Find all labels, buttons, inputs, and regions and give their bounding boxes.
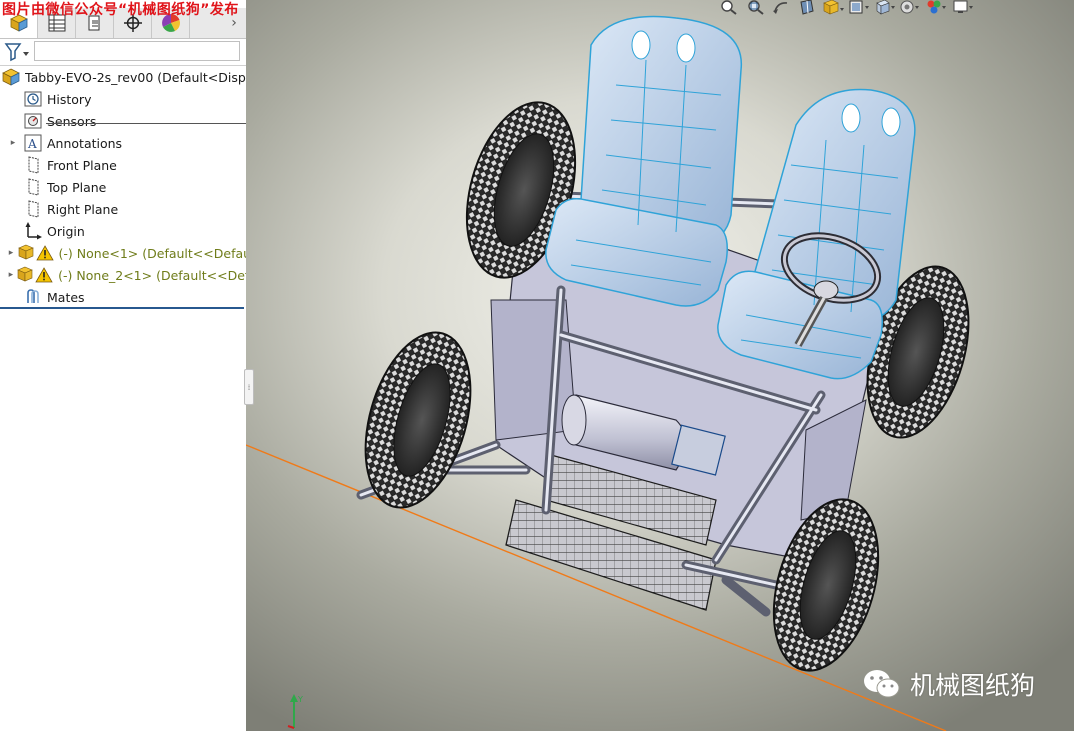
subassembly-warning-icon [17, 266, 53, 284]
tree-item-label: Sensors [47, 113, 97, 129]
view-orientation-button[interactable] [820, 0, 846, 18]
zoom-to-fit-icon [720, 0, 738, 19]
history-icon [24, 90, 42, 108]
tree-item-right-plane[interactable]: Right Plane [0, 198, 246, 220]
tree-item-mates[interactable]: Mates [0, 286, 246, 308]
previous-view-button[interactable] [768, 0, 794, 18]
tree-item-annotations[interactable]: ▸ A Annotations [0, 132, 246, 154]
tree-item-label: Front Plane [47, 157, 117, 173]
apply-scene-icon [926, 0, 948, 19]
tree-separator [0, 307, 244, 309]
heads-up-view-toolbar [716, 0, 1074, 18]
subassembly-warning-icon [17, 244, 54, 262]
sensors-icon [24, 112, 42, 130]
svg-text:A: A [27, 137, 37, 151]
tree-item-label: (-) None<1> (Default<<Default>_Display S… [58, 245, 246, 261]
tree-item-label: Origin [47, 223, 85, 239]
tree-item-label: (-) None_2<1> (Default<<Default>_Display… [58, 267, 247, 283]
graphics-viewport[interactable]: Y [246, 0, 1074, 731]
edit-appearance-icon [900, 0, 922, 19]
view-settings-icon [952, 0, 974, 19]
section-view-button[interactable] [794, 0, 820, 18]
mates-icon [24, 288, 42, 306]
view-orientation-icon [822, 0, 844, 19]
filter-button[interactable] [4, 41, 30, 63]
tree-item-history[interactable]: History [0, 88, 246, 110]
tree-item-label: Annotations [47, 135, 123, 151]
wechat-logo-icon [864, 670, 900, 698]
tree-item-top-plane[interactable]: Top Plane [0, 176, 246, 198]
watermark-brand: 机械图纸狗 [862, 664, 1035, 704]
tree-item-label: Right Plane [47, 201, 119, 217]
watermark-brand-text: 机械图纸狗 [910, 671, 1036, 700]
zoom-area-button[interactable] [742, 0, 768, 18]
expand-arrow-icon[interactable]: ▸ [8, 248, 14, 258]
display-style-button[interactable] [846, 0, 872, 18]
tree-item-label: Mates [47, 289, 85, 305]
tree-item-label: Tabby-EVO-2s_rev00 (Default<Display Stat… [25, 69, 246, 85]
annotations-icon: A [24, 134, 42, 152]
panel-collapse-handle[interactable]: ⁞ [244, 369, 254, 405]
funnel-icon [4, 43, 29, 62]
origin-icon [24, 222, 42, 240]
vehicle-model-render [246, 15, 970, 731]
plane-icon [24, 200, 42, 218]
hide-show-icon [874, 0, 896, 19]
tree-item-sensors[interactable]: Sensors [0, 110, 246, 132]
tree-item-none-1-default-default-display-state-1[interactable]: ▸ (-) None<1> (Default<<Default>_Display … [0, 242, 246, 264]
plane-icon [24, 178, 42, 196]
tree-item-origin[interactable]: Origin [0, 220, 246, 242]
tree-item-front-plane[interactable]: Front Plane [0, 154, 246, 176]
previous-view-icon [772, 0, 790, 19]
expand-arrow-icon[interactable]: ▸ [8, 138, 18, 148]
apply-scene-button[interactable] [924, 0, 950, 18]
hide-show-button[interactable] [872, 0, 898, 18]
tree-root-assembly[interactable]: Tabby-EVO-2s_rev00 (Default<Display Stat… [0, 66, 246, 88]
display-style-icon [848, 0, 870, 19]
zoom-to-fit-button[interactable] [716, 0, 742, 18]
tree-item-none-2-1-default-default-display-state-1[interactable]: ▸ (-) None_2<1> (Default<<Default>_Displa… [0, 264, 247, 286]
watermark-caption: 图片由微信公众号“机械图纸狗”发布 [2, 2, 239, 18]
feature-manager-panel: › Tabby-EVO-2s_rev00 (Default<Display St… [0, 0, 247, 731]
grip-dots-icon: ⁞ [247, 382, 251, 392]
section-view-icon [798, 0, 816, 19]
svg-text:Y: Y [297, 695, 303, 704]
tree-item-label: Top Plane [47, 179, 107, 195]
zoom-area-icon [746, 0, 764, 19]
coordinate-triad: Y [287, 694, 303, 729]
assembly-icon [2, 68, 20, 86]
plane-icon [24, 156, 42, 174]
expand-arrow-icon[interactable]: ▸ [8, 270, 14, 280]
edit-appearance-button[interactable] [898, 0, 924, 18]
filter-bar [0, 39, 246, 66]
tree-item-label: History [47, 91, 92, 107]
view-settings-button[interactable] [950, 0, 976, 18]
filter-input[interactable] [34, 41, 240, 61]
